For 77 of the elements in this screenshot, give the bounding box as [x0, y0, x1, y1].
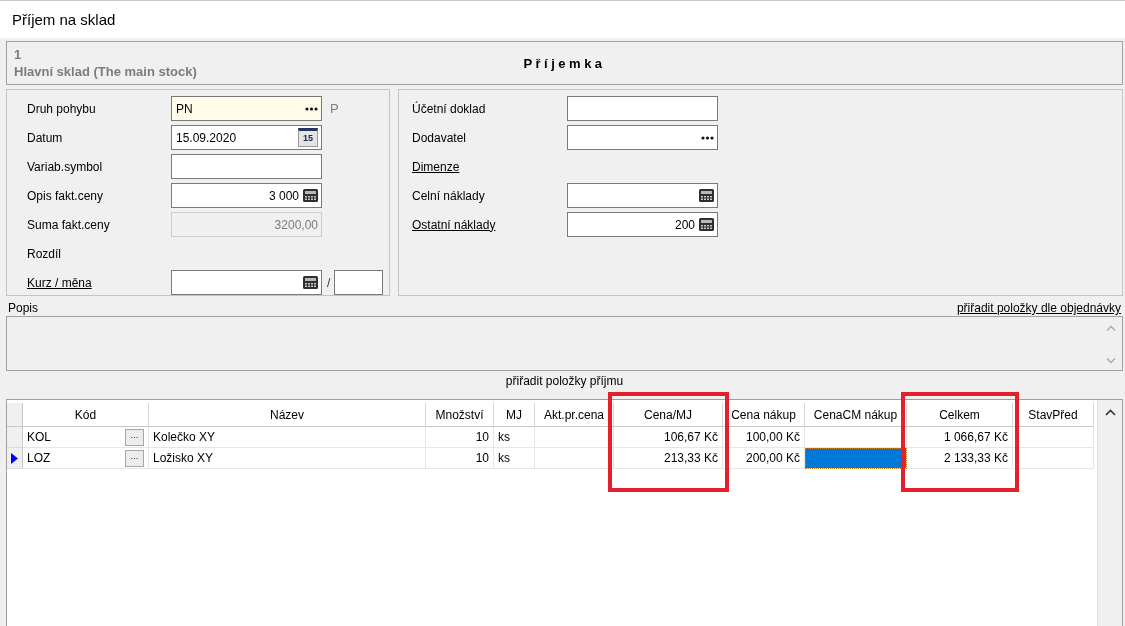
table-cell[interactable]	[535, 448, 614, 469]
column-header[interactable]: MJ	[494, 403, 535, 427]
assign-order-items-link[interactable]: přiřadit položky dle objednávky	[956, 301, 1121, 315]
table-cell[interactable]	[1013, 427, 1094, 448]
text-field[interactable]	[567, 96, 718, 121]
corner-cell	[7, 403, 23, 427]
table-cell[interactable]: Kolečko XY	[149, 427, 426, 448]
table-cell[interactable]	[805, 427, 907, 448]
field-label: Opis fakt.ceny	[27, 188, 105, 203]
table-cell[interactable]: 10	[426, 427, 494, 448]
window-title: Příjem na sklad	[12, 11, 116, 28]
column-header[interactable]: StavPřed	[1013, 403, 1094, 427]
rate-field[interactable]	[171, 270, 322, 295]
field-label: Rozdíl	[27, 246, 62, 261]
table-cell[interactable]	[805, 448, 907, 469]
document-title: Příjemka	[523, 55, 606, 71]
amount-field[interactable]: 200	[567, 212, 718, 237]
field-link[interactable]: Ostatní náklady	[412, 217, 567, 232]
calendar-button[interactable]: 15	[298, 128, 318, 147]
lookup-button[interactable]: ...	[125, 449, 144, 467]
table-cell[interactable]: 10	[426, 448, 494, 469]
currency-field[interactable]	[334, 270, 384, 295]
field-link[interactable]: Dimenze	[412, 159, 567, 174]
assign-items-link[interactable]: přiřadit položky příjmu	[505, 374, 624, 388]
field-label: Variab.symbol	[27, 159, 104, 174]
table-cell[interactable]: Ložisko XY	[149, 448, 426, 469]
column-header[interactable]: Celkem	[907, 403, 1013, 427]
ellipsis-icon	[305, 106, 318, 111]
column-header[interactable]: Cena nákup	[723, 403, 805, 427]
date-field[interactable]: 15.09.2020 15	[171, 125, 322, 150]
table-cell[interactable]: 200,00 Kč	[723, 448, 805, 469]
field-link[interactable]: Kurz / měna	[27, 275, 171, 290]
table-cell[interactable]: KOL ...	[23, 427, 149, 448]
table-cell[interactable]	[535, 427, 614, 448]
chevron-up-icon[interactable]	[1104, 409, 1116, 416]
calculator-icon[interactable]	[699, 189, 714, 202]
calculator-icon[interactable]	[303, 189, 318, 202]
amount-field[interactable]	[567, 183, 718, 208]
separator: /	[327, 275, 331, 290]
column-header[interactable]: CenaCM nákup	[805, 403, 907, 427]
column-header[interactable]: Akt.pr.cena	[535, 403, 614, 427]
vertical-scrollbar[interactable]	[1097, 400, 1122, 626]
column-header[interactable]: Název	[149, 403, 426, 427]
table-cell[interactable]: 106,67 Kč	[614, 427, 723, 448]
table-cell[interactable]: LOZ ...	[23, 448, 149, 469]
field-label: Druh pohybu	[27, 101, 97, 116]
column-header[interactable]: Množství	[426, 403, 494, 427]
row-header[interactable]	[7, 448, 23, 469]
amount-field[interactable]: 3 000	[171, 183, 322, 208]
calculator-icon[interactable]	[699, 218, 714, 231]
column-header[interactable]: Cena/MJ	[614, 403, 723, 427]
row-pointer-icon	[11, 452, 18, 464]
warehouse-number: 1	[14, 47, 22, 62]
table-cell[interactable]: ks	[494, 427, 535, 448]
calculator-icon[interactable]	[303, 276, 318, 289]
ellipsis-icon	[701, 135, 714, 140]
table-cell[interactable]: ks	[494, 448, 535, 469]
field-label: Suma fakt.ceny	[27, 217, 111, 232]
lookup-field[interactable]: PN	[171, 96, 322, 121]
lookup-button[interactable]: ...	[125, 428, 144, 446]
description-label: Popis	[8, 301, 39, 315]
table-cell[interactable]: 1 066,67 Kč	[907, 427, 1013, 448]
field-label: Celní náklady	[412, 188, 486, 203]
table-cell[interactable]: 100,00 Kč	[723, 427, 805, 448]
table-cell[interactable]: 213,33 Kč	[614, 448, 723, 469]
field-label: Datum	[27, 130, 64, 145]
table-cell[interactable]: 2 133,33 Kč	[907, 448, 1013, 469]
warehouse-name: Hlavní sklad (The main stock)	[14, 64, 197, 79]
item-code: LOZ	[27, 451, 51, 465]
field-label: Dodavatel	[412, 130, 468, 145]
lookup-field[interactable]	[567, 125, 718, 150]
field-suffix: P	[330, 101, 339, 116]
item-code: KOL	[27, 430, 51, 444]
column-header[interactable]: Kód	[23, 403, 149, 427]
field-label: Účetní doklad	[412, 101, 487, 116]
table-cell[interactable]	[1013, 448, 1094, 469]
text-field[interactable]	[171, 154, 322, 179]
